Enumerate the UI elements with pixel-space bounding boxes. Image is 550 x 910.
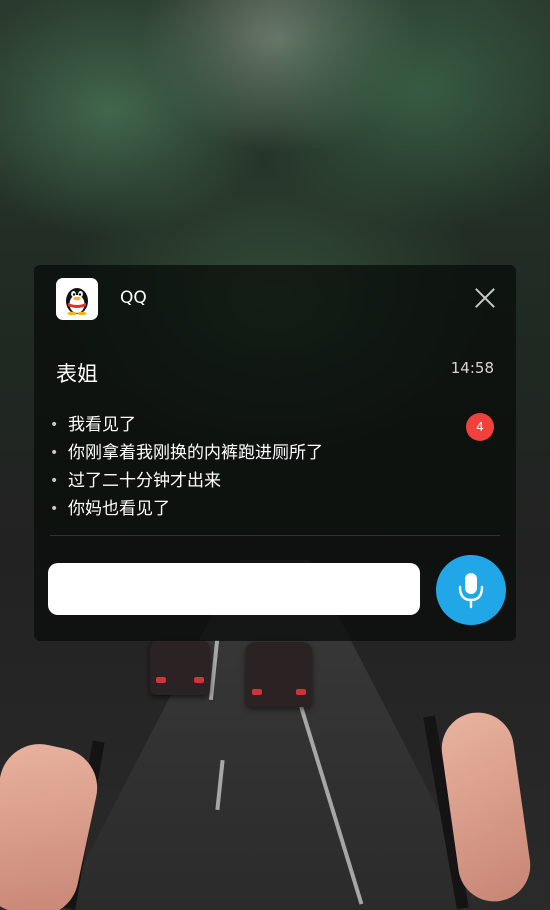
sender-name: 表姐 (56, 362, 98, 386)
voice-input-button[interactable] (436, 555, 506, 625)
app-name: QQ (120, 288, 147, 308)
car-left (150, 640, 210, 695)
message-time: 14:58 (450, 359, 494, 377)
qq-notification-card[interactable]: QQ 表姐 14:58 我看见了 你刚拿着我刚换的内裤跑进厕所了 过了二十分钟才… (34, 265, 516, 641)
divider (50, 535, 500, 536)
message-list: 我看见了 你刚拿着我刚换的内裤跑进厕所了 过了二十分钟才出来 你妈也看见了 (48, 411, 323, 523)
quick-reply-input[interactable] (48, 563, 420, 615)
unread-count-badge: 4 (466, 413, 494, 441)
qq-penguin-icon (56, 278, 98, 320)
car-center (246, 642, 312, 707)
close-icon[interactable] (472, 285, 498, 311)
microphone-icon (458, 573, 484, 609)
message-item: 过了二十分钟才出来 (48, 467, 323, 495)
message-item: 我看见了 (48, 411, 323, 439)
message-item: 你刚拿着我刚换的内裤跑进厕所了 (48, 439, 323, 467)
message-item: 你妈也看见了 (48, 495, 323, 523)
